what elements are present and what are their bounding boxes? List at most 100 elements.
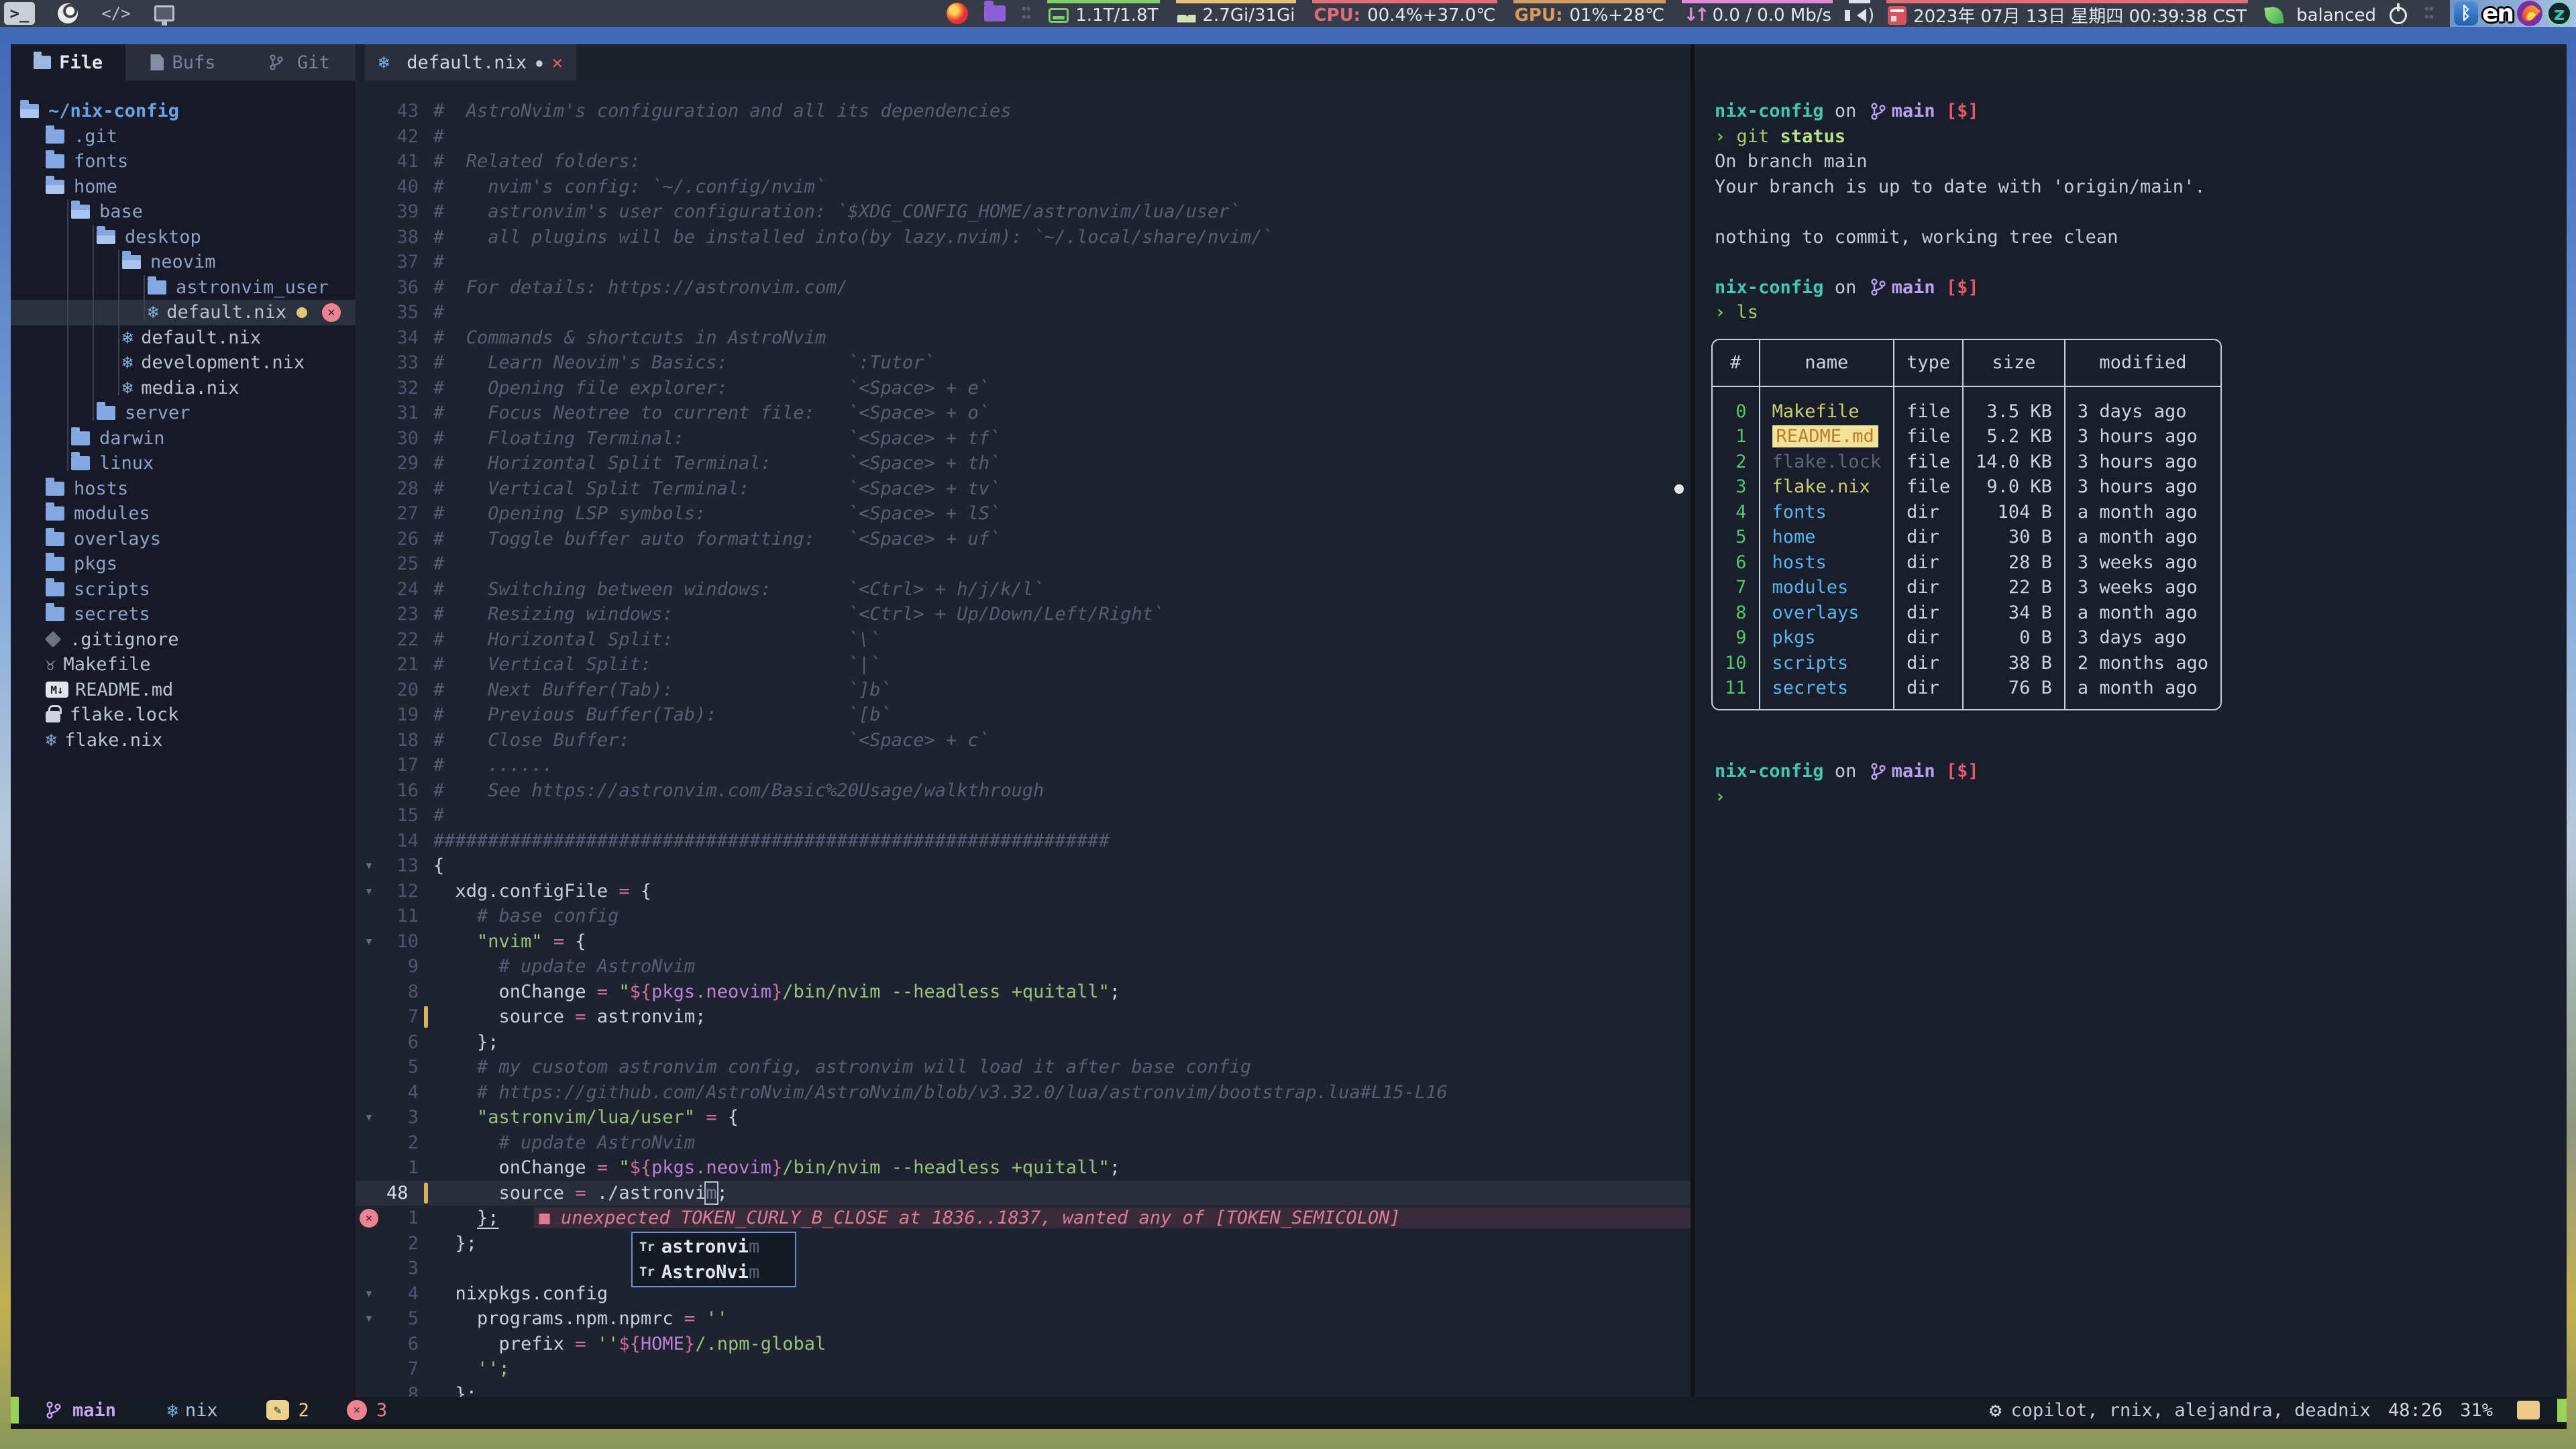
editor-line[interactable]: ▾5 programs.npm.npmrc = '' xyxy=(356,1306,1690,1332)
editor-line[interactable]: ▾13{ xyxy=(356,853,1690,879)
shell-prompt-input[interactable]: › xyxy=(1715,784,1979,810)
tree-item-development-nix[interactable]: ❄development.nix xyxy=(11,350,356,376)
tree-item-overlays[interactable]: overlays xyxy=(11,527,356,552)
workspace-code-icon[interactable]: </> xyxy=(101,2,131,25)
editor-line[interactable]: 8 }; xyxy=(356,1382,1690,1397)
editor-line[interactable]: 7 source = astronvim; xyxy=(356,1004,1690,1030)
editor-line[interactable]: 4 # https://github.com/AstroNvim/AstroNv… xyxy=(356,1080,1690,1106)
terminal-pane[interactable]: nix-config on main [$]› git statusOn bra… xyxy=(1695,80,2567,1397)
editor-line[interactable]: 11 # base config xyxy=(356,904,1690,929)
statusline-git-branch[interactable]: main xyxy=(43,1400,116,1421)
tree-item-default-nix[interactable]: ❄default.nix✕ xyxy=(11,300,356,325)
editor-pane[interactable]: 43# AstroNvim's configuration and all it… xyxy=(356,80,1690,1397)
tree-item-base[interactable]: base xyxy=(11,199,356,225)
tree-item--git[interactable]: .git xyxy=(11,124,356,150)
statusline-error-badge[interactable]: ✕ 3 xyxy=(347,1400,387,1421)
editor-line[interactable]: 1 onChange = "${pkgs.neovim}/bin/nvim --… xyxy=(356,1155,1690,1181)
tree-item-flake-nix[interactable]: ❄flake.nix xyxy=(11,728,356,753)
editor-line[interactable]: 32# Opening file explorer: `<Space> + e` xyxy=(356,376,1690,401)
editor-line[interactable]: 16# See https://astronvim.com/Basic%20Us… xyxy=(356,778,1690,804)
editor-line[interactable]: 25# xyxy=(356,551,1690,577)
tree-item-desktop[interactable]: desktop xyxy=(11,225,356,250)
workspace-monitor-icon[interactable] xyxy=(149,2,180,25)
editor-line[interactable]: ▾12 xdg.configFile = { xyxy=(356,879,1690,904)
shell-command[interactable]: › ls xyxy=(1715,300,2567,325)
editor-line[interactable]: ▾10 "nvim" = { xyxy=(356,929,1690,955)
tree-item-server[interactable]: server xyxy=(11,400,356,426)
tree-item-secrets[interactable]: secrets xyxy=(11,602,356,627)
completion-item[interactable]: TrAstroNvim xyxy=(633,1260,795,1285)
editor-line[interactable]: 28# Vertical Split Terminal: `<Space> + … xyxy=(356,476,1690,502)
editor-line[interactable]: 5 # my cusotom astronvim config, astronv… xyxy=(356,1055,1690,1080)
tree-item-flake-lock[interactable]: flake.lock xyxy=(11,702,356,728)
tree-item-modules[interactable]: modules xyxy=(11,501,356,527)
editor-line[interactable]: 36# For details: https://astronvim.com/ xyxy=(356,275,1690,301)
editor-line[interactable]: 14######################################… xyxy=(356,828,1690,854)
editor-line[interactable]: 39# astronvim's user configuration: `$XD… xyxy=(356,199,1690,225)
tree-item-hosts[interactable]: hosts xyxy=(11,476,356,502)
chat-tray-icon[interactable]: z xyxy=(2546,1,2572,26)
editor-line[interactable]: 43# AstroNvim's configuration and all it… xyxy=(356,99,1690,124)
tree-item--gitignore[interactable]: .gitignore xyxy=(11,627,356,653)
tree-item-fonts[interactable]: fonts xyxy=(11,149,356,174)
editor-line[interactable]: 24# Switching between windows: `<Ctrl> +… xyxy=(356,577,1690,602)
editor-line[interactable]: ▾3 "astronvim/lua/user" = { xyxy=(356,1105,1690,1130)
statusline-modified-badge[interactable]: ✎ 2 xyxy=(266,1400,309,1421)
tree-item-darwin[interactable]: darwin xyxy=(11,426,356,451)
editor-line[interactable]: 38# all plugins will be installed into(b… xyxy=(356,225,1690,250)
neotree-tab-bufs[interactable]: Bufs xyxy=(125,44,240,80)
shell-command[interactable]: › git status xyxy=(1715,124,2567,150)
neotree-tab-git[interactable]: Git xyxy=(241,44,356,80)
tree-item-makefile[interactable]: ♉Makefile xyxy=(11,652,356,678)
editor-line[interactable]: 41# Related folders: xyxy=(356,149,1690,174)
workspace-tor-browser-icon[interactable] xyxy=(52,2,83,25)
editor-line[interactable]: 6 prefix = ''${HOME}/.npm-global xyxy=(356,1332,1690,1357)
tree-item-astronvim-user[interactable]: astronvim_user xyxy=(11,275,356,301)
editor-line[interactable]: 48 source = ./astronvim; xyxy=(356,1181,1690,1206)
editor-line[interactable]: 23# Resizing windows: `<Ctrl> + Up/Down/… xyxy=(356,602,1690,627)
editor-line[interactable]: 40# nvim's config: `~/.config/nvim` xyxy=(356,174,1690,200)
tree-item--nix-config[interactable]: ~/nix-config xyxy=(11,99,356,124)
editor-line[interactable]: ▾4 nixpkgs.config xyxy=(356,1281,1690,1307)
close-buffer-icon[interactable]: ✕ xyxy=(552,52,563,73)
editor-line[interactable]: 30# Floating Terminal: `<Space> + tf` xyxy=(356,426,1690,451)
bluetooth-icon[interactable]: ᛒ xyxy=(2454,1,2478,25)
editor-line[interactable]: 2 # update AstroNvim xyxy=(356,1130,1690,1156)
tree-item-scripts[interactable]: scripts xyxy=(11,577,356,602)
editor-line[interactable]: 17# ...... xyxy=(356,753,1690,778)
editor-line[interactable]: 27# Opening LSP symbols: `<Space> + lS` xyxy=(356,501,1690,527)
editor-line[interactable]: 3 xyxy=(356,1256,1690,1281)
editor-line[interactable]: 26# Toggle buffer auto formatting: `<Spa… xyxy=(356,527,1690,552)
editor-line[interactable]: ✕1 };■ unexpected TOKEN_CURLY_B_CLOSE at… xyxy=(356,1205,1690,1231)
editor-line[interactable]: 21# Vertical Split: `|` xyxy=(356,652,1690,678)
completion-popup[interactable]: TrastronvimTrAstroNvim xyxy=(631,1232,796,1287)
buffer-tab-default-nix[interactable]: ❄ default.nix ● ✕ xyxy=(365,44,576,80)
neotree-tab-file[interactable]: File xyxy=(11,44,125,80)
workspace-terminal-icon[interactable]: >_ xyxy=(4,2,35,25)
keyboard-layout[interactable]: en xyxy=(2482,0,2513,28)
editor-line[interactable]: 7 ''; xyxy=(356,1356,1690,1382)
tree-item-readme-md[interactable]: M↓README.md xyxy=(11,678,356,703)
editor-line[interactable]: 35# xyxy=(356,300,1690,325)
editor-line[interactable]: 15# xyxy=(356,803,1690,828)
editor-line[interactable]: 31# Focus Neotree to current file: `<Spa… xyxy=(356,400,1690,426)
editor-line[interactable]: 8 onChange = "${pkgs.neovim}/bin/nvim --… xyxy=(356,979,1690,1005)
completion-item[interactable]: Trastronvim xyxy=(633,1234,795,1260)
launcher-firefox[interactable] xyxy=(947,0,968,27)
editor-line[interactable]: 6 }; xyxy=(356,1030,1690,1055)
editor-line[interactable]: 22# Horizontal Split: `\` xyxy=(356,627,1690,653)
tree-item-linux[interactable]: linux xyxy=(11,451,356,476)
editor-line[interactable]: 18# Close Buffer: `<Space> + c` xyxy=(356,728,1690,753)
editor-line[interactable]: 37# xyxy=(356,250,1690,275)
editor-line[interactable]: 9 # update AstroNvim xyxy=(356,954,1690,979)
editor-line[interactable]: 20# Next Buffer(Tab): `]b` xyxy=(356,678,1690,703)
editor-line[interactable]: 34# Commands & shortcuts in AstroNvim xyxy=(356,325,1690,351)
editor-line[interactable]: 19# Previous Buffer(Tab): `[b` xyxy=(356,702,1690,728)
editor-line[interactable]: 33# Learn Neovim's Basics: `:Tutor` xyxy=(356,350,1690,376)
tree-item-default-nix[interactable]: ❄default.nix xyxy=(11,325,356,351)
tree-item-media-nix[interactable]: ❄media.nix xyxy=(11,376,356,401)
flame-tray-icon[interactable] xyxy=(2517,1,2542,26)
tree-item-pkgs[interactable]: pkgs xyxy=(11,551,356,577)
editor-line[interactable]: 29# Horizontal Split Terminal: `<Space> … xyxy=(356,451,1690,476)
editor-line[interactable]: 42# xyxy=(356,124,1690,150)
